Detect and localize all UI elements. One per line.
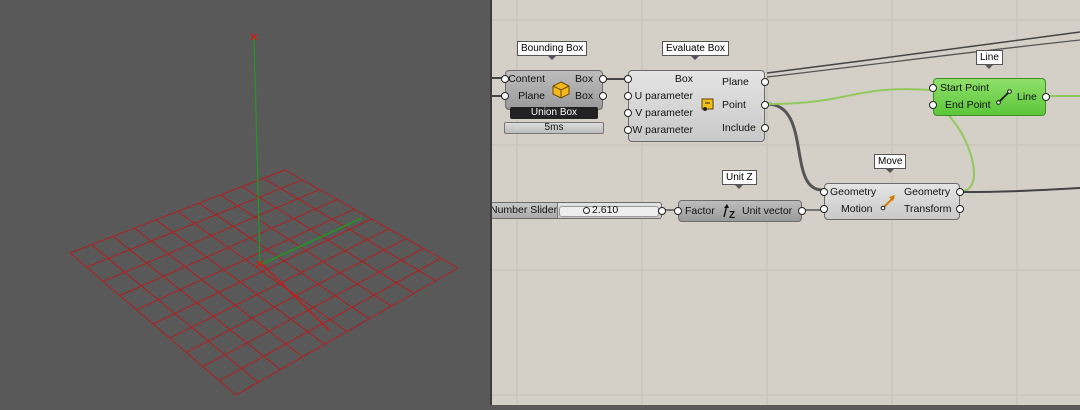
motion-input-label: Motion [841, 203, 873, 215]
box-cube-icon [552, 81, 570, 99]
plane-output-grip[interactable] [761, 78, 769, 86]
preview-line [253, 36, 261, 265]
w-parameter-grip[interactable] [624, 126, 632, 134]
unit-z-tag: Unit Z [722, 170, 757, 189]
transform-output-grip[interactable] [956, 205, 964, 213]
wire-point-to-move [766, 102, 823, 192]
motion-input-grip[interactable] [820, 205, 828, 213]
unit-z-icon: Z [723, 204, 735, 220]
number-slider[interactable]: Number Slider 2.610 [492, 202, 662, 219]
move-component[interactable]: Geometry Motion Geometry Transform [824, 183, 960, 220]
viewport-scene [69, 33, 459, 396]
move-arrow-icon [880, 195, 895, 211]
transform-output-label: Transform [904, 203, 952, 215]
timing-label: 5ms [504, 122, 604, 134]
slider-label-area: Number Slider [492, 203, 558, 218]
plane-input-label: Plane [518, 90, 545, 102]
evaluate-box-icon [701, 98, 714, 111]
box-input-grip[interactable] [624, 75, 632, 83]
start-point-grip[interactable] [929, 84, 937, 92]
line-icon [996, 89, 1012, 105]
grid-line [220, 194, 392, 307]
factor-input-label: Factor [685, 205, 715, 217]
point-output-label: Point [722, 99, 746, 111]
u-parameter-label: U parameter [634, 90, 693, 102]
include-output-grip[interactable] [761, 124, 769, 132]
slider-output-grip[interactable] [658, 207, 666, 215]
construction-grid [69, 169, 459, 396]
y-axis [261, 217, 363, 265]
box-input-label: Box [674, 73, 693, 85]
bounding-box-component[interactable]: Content Plane Box Box [505, 70, 603, 110]
wire-move-to-end [929, 103, 976, 192]
number-slider-label: Number Slider [492, 204, 558, 216]
svg-text:Z: Z [729, 210, 735, 220]
x-axis [261, 263, 331, 332]
include-output-label: Include [722, 122, 756, 134]
slider-value: 2.610 [592, 204, 619, 216]
geometry-input-label: Geometry [830, 186, 877, 198]
move-tag: Move [874, 154, 907, 173]
line-output-grip[interactable] [1042, 93, 1050, 101]
u-parameter-grip[interactable] [624, 92, 632, 100]
line-output-label: Line [1017, 91, 1037, 103]
plane-input-grip[interactable] [501, 92, 509, 100]
geometry-output-grip[interactable] [956, 188, 964, 196]
grid-line [241, 186, 414, 294]
factor-input-grip[interactable] [674, 207, 682, 215]
wire-plane-out-1 [766, 31, 1080, 74]
content-input-grip[interactable] [501, 75, 509, 83]
box-output-label-2: Box [575, 90, 594, 102]
unit-z-component[interactable]: Factor Unit vector Z [678, 200, 802, 222]
rhino-viewport[interactable] [0, 0, 490, 405]
geometry-input-grip[interactable] [820, 188, 828, 196]
w-parameter-label: W parameter [632, 124, 693, 136]
evaluate-box-component[interactable]: Box U parameter V parameter W parameter … [628, 70, 765, 142]
bounding-box-tag: Bounding Box [517, 41, 588, 60]
box-output-label-1: Box [575, 73, 594, 85]
unit-vector-output-grip[interactable] [798, 207, 806, 215]
box-output-grip-2[interactable] [599, 92, 607, 100]
grid-line [263, 177, 437, 282]
start-point-label: Start Point [940, 82, 990, 94]
v-parameter-grip[interactable] [624, 109, 632, 117]
wire-point-to-start [766, 88, 931, 105]
union-box-option[interactable]: Union Box [510, 107, 598, 119]
line-tag: Line [976, 50, 1003, 69]
wire-geometry-out [960, 187, 1080, 193]
end-point-grip[interactable] [929, 101, 937, 109]
geometry-output-label: Geometry [904, 186, 951, 198]
line-component[interactable]: Start Point End Point Line [933, 78, 1046, 116]
v-parameter-label: V parameter [635, 107, 693, 119]
point-output-grip[interactable] [761, 101, 769, 109]
evaluate-box-tag: Evaluate Box [662, 41, 729, 60]
wire-plane-out-2 [766, 39, 1080, 78]
unit-vector-output-label: Unit vector [742, 205, 793, 217]
plane-output-label: Plane [722, 76, 749, 88]
box-output-grip-1[interactable] [599, 75, 607, 83]
slider-handle[interactable] [583, 207, 590, 214]
content-input-label: Content [508, 73, 545, 85]
grasshopper-canvas[interactable]: Bounding Box Content Plane Box Box Union… [492, 0, 1080, 405]
end-point-label: End Point [945, 99, 991, 111]
